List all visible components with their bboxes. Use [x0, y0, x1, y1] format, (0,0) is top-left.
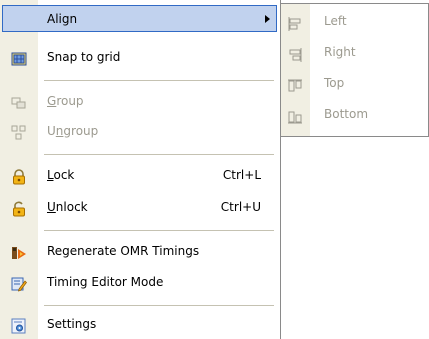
menu-item-label: Settings — [47, 317, 97, 331]
menu-separator — [44, 80, 274, 81]
align-top-icon — [287, 75, 303, 92]
menu-item-label: Ungroup — [47, 124, 99, 138]
menu-item-label: Regenerate OMR Timings — [47, 244, 200, 258]
timing-editor-icon — [11, 274, 27, 292]
submenu-item-align-bottom[interactable]: Bottom — [281, 99, 428, 130]
context-menu-screen: Align Snap to grid Group Ungroup Lock Ct… — [0, 0, 429, 339]
menu-item-label: Timing Editor Mode — [47, 275, 164, 289]
menu-separator — [44, 305, 274, 306]
submenu-item-label: Left — [324, 14, 347, 28]
submenu-arrow-icon — [265, 15, 270, 23]
submenu-item-label: Bottom — [324, 107, 369, 121]
menu-item-lock[interactable]: Lock Ctrl+L — [0, 161, 279, 190]
lock-icon — [11, 167, 27, 185]
submenu-item-align-right[interactable]: Right — [281, 37, 428, 68]
menu-item-unlock[interactable]: Unlock Ctrl+U — [0, 193, 279, 222]
menu-item-label: Snap to grid — [47, 50, 121, 64]
menu-item-snap-to-grid[interactable]: Snap to grid — [0, 43, 279, 72]
submenu-item-label: Top — [324, 76, 345, 90]
ungroup-icon — [11, 123, 27, 140]
group-icon — [11, 93, 27, 109]
align-right-icon — [287, 44, 303, 62]
menu-separator — [44, 230, 274, 231]
regenerate-icon — [11, 243, 27, 259]
submenu-item-align-left[interactable]: Left — [281, 6, 428, 37]
submenu-item-align-top[interactable]: Top — [281, 68, 428, 99]
submenu-item-label: Right — [324, 45, 356, 59]
menu-item-label: Unlock — [47, 200, 88, 214]
menu-separator — [44, 154, 274, 155]
align-bottom-icon — [287, 106, 303, 124]
menu-item-ungroup[interactable]: Ungroup — [0, 117, 279, 146]
align-left-icon — [287, 13, 303, 31]
menu-item-shortcut: Ctrl+L — [222, 168, 261, 182]
menu-item-shortcut: Ctrl+U — [220, 200, 261, 214]
menu-item-label: Lock — [47, 168, 75, 182]
align-submenu: Left Right Top Bottom — [280, 3, 429, 137]
menu-item-timing-editor-mode[interactable]: Timing Editor Mode — [0, 268, 279, 297]
menu-item-settings[interactable]: Settings — [0, 310, 279, 339]
menu-item-group[interactable]: Group — [0, 87, 279, 116]
menu-item-label: Align — [47, 12, 78, 26]
settings-icon — [11, 316, 27, 334]
menu-item-regenerate-omr-timings[interactable]: Regenerate OMR Timings — [0, 237, 279, 266]
unlock-icon — [11, 199, 27, 217]
context-menu: Align Snap to grid Group Ungroup Lock Ct… — [0, 0, 281, 339]
menu-item-align[interactable]: Align — [2, 5, 277, 32]
menu-item-label: Group — [47, 94, 84, 108]
grid-icon — [11, 49, 27, 66]
